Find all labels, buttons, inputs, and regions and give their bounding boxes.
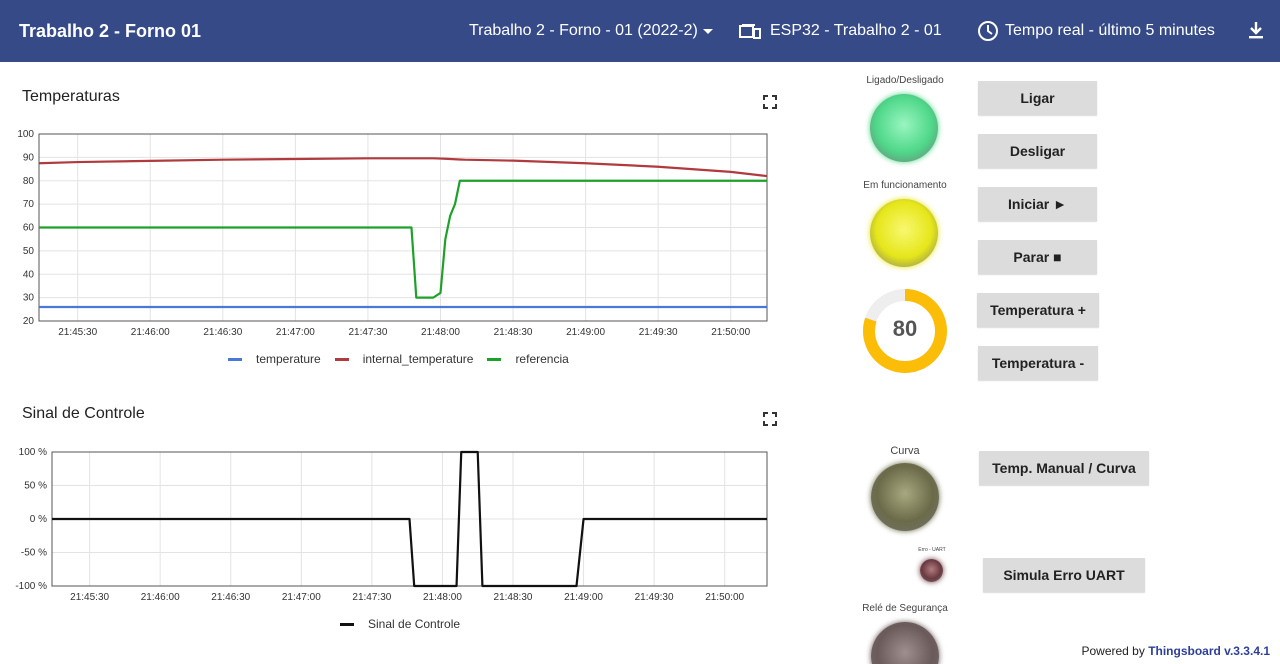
x-tick-label: 21:47:00 <box>276 327 315 338</box>
x-tick-label: 21:48:00 <box>423 592 462 603</box>
dashboard-state-select[interactable]: Trabalho 2 - Forno - 01 (2022-2) <box>469 22 713 40</box>
controle-title: Sinal de Controle <box>22 405 145 422</box>
temperaturas-legend: temperature internal_temperature referenci… <box>228 352 583 366</box>
device-selector[interactable]: ESP32 - Trabalho 2 - 01 <box>739 22 942 40</box>
y-tick-label: 0 % <box>30 514 47 525</box>
legend-swatch <box>487 357 502 361</box>
legend-label: internal_temperature <box>362 352 474 366</box>
y-tick-label: -100 % <box>15 581 47 592</box>
y-tick-label: 100 <box>17 129 34 140</box>
legend-swatch <box>340 622 354 626</box>
x-tick-label: 21:45:30 <box>58 327 97 338</box>
chevron-down-icon <box>702 28 713 34</box>
footer: Powered by Thingsboard v.3.3.4.1 <box>1081 644 1270 658</box>
x-tick-label: 21:47:00 <box>282 592 321 603</box>
x-tick-label: 21:48:30 <box>494 592 533 603</box>
temperatura-plus-button[interactable]: Temperatura + <box>977 293 1099 327</box>
led-running-label: Em funcionamento <box>863 180 947 191</box>
temperaturas-title: Temperaturas <box>22 88 120 105</box>
time-window-label: Tempo real - último 5 minutes <box>1005 22 1215 39</box>
led-curve-label: Curva <box>890 445 920 457</box>
fullscreen-icon[interactable] <box>763 412 777 426</box>
controle-chart: 21:45:30 21:46:00 21:46:30 21:47:00 21:47:30… <box>15 447 768 603</box>
y-tick-label: 70 <box>23 199 35 210</box>
led-uart-label: Erro - UART <box>918 547 946 553</box>
led-relay-indicator <box>871 622 939 664</box>
download-icon[interactable] <box>1246 20 1266 40</box>
legend-label: referencia <box>515 352 569 366</box>
x-tick-label: 21:50:00 <box>711 327 750 338</box>
y-tick-label: 90 <box>23 152 35 163</box>
x-tick-label: 21:46:00 <box>131 327 170 338</box>
led-uart-indicator <box>920 559 943 582</box>
x-tick-label: 21:47:30 <box>348 327 387 338</box>
led-relay-label: Relé de Segurança <box>862 603 948 614</box>
legend-label: Sinal de Controle <box>368 617 461 631</box>
legend-item[interactable]: Sinal de Controle <box>340 617 460 631</box>
legend-label: temperature <box>256 352 321 366</box>
temperaturas-chart: 21:45:30 21:46:00 21:46:30 21:47:00 21:47:30… <box>17 129 768 338</box>
led-on-indicator <box>870 94 938 162</box>
legend-swatch <box>228 357 242 361</box>
temperatura-minus-button[interactable]: Temperatura - <box>978 346 1098 380</box>
dashboard-state-label: Trabalho 2 - Forno - 01 (2022-2) <box>469 22 698 39</box>
x-tick-label: 21:47:30 <box>352 592 391 603</box>
x-tick-label: 21:45:30 <box>70 592 109 603</box>
y-tick-label: 80 <box>23 176 35 187</box>
y-tick-label: 50 % <box>24 481 47 492</box>
x-tick-label: 21:50:00 <box>705 592 744 603</box>
y-tick-label: 100 % <box>19 447 47 458</box>
controle-legend: Sinal de Controle <box>340 617 474 631</box>
legend-item[interactable]: temperature <box>228 352 321 366</box>
x-tick-label: 21:46:00 <box>141 592 180 603</box>
device-label: ESP32 - Trabalho 2 - 01 <box>770 22 942 39</box>
top-toolbar: Trabalho 2 - Forno 01 Trabalho 2 - Forno… <box>0 0 1280 62</box>
thingsboard-link[interactable]: Thingsboard v.3.3.4.1 <box>1148 644 1270 658</box>
iniciar-button[interactable]: Iniciar ► <box>978 187 1097 221</box>
y-tick-label: -50 % <box>21 548 47 559</box>
led-curve-indicator <box>871 463 939 531</box>
simula-erro-uart-button[interactable]: Simula Erro UART <box>983 558 1145 592</box>
devices-icon <box>739 24 761 39</box>
y-tick-label: 60 <box>23 223 35 234</box>
led-running-indicator <box>870 199 938 267</box>
clock-icon <box>978 21 998 41</box>
fullscreen-icon[interactable] <box>763 95 777 109</box>
time-window-selector[interactable]: Tempo real - último 5 minutes <box>977 20 1215 42</box>
series-line-sinal-de-controle <box>52 450 767 588</box>
x-tick-label: 21:48:30 <box>494 327 533 338</box>
x-tick-label: 21:49:30 <box>635 592 674 603</box>
dashboard-title: Trabalho 2 - Forno 01 <box>19 20 202 41</box>
x-tick-label: 21:49:00 <box>564 592 603 603</box>
y-tick-label: 50 <box>23 246 35 257</box>
parar-button[interactable]: Parar ■ <box>978 240 1097 274</box>
led-on-label: Ligado/Desligado <box>866 75 944 86</box>
y-tick-label: 20 <box>23 316 35 327</box>
ligar-button[interactable]: Ligar <box>978 81 1097 115</box>
y-tick-label: 40 <box>23 269 35 280</box>
x-tick-label: 21:49:30 <box>639 327 678 338</box>
x-tick-label: 21:49:00 <box>566 327 605 338</box>
legend-item[interactable]: referencia <box>487 352 569 366</box>
x-tick-label: 21:46:30 <box>203 327 242 338</box>
gauge-value: 80 <box>892 316 918 341</box>
legend-swatch <box>334 357 349 361</box>
x-tick-label: 21:48:00 <box>421 327 460 338</box>
curva-button[interactable]: Temp. Manual / Curva <box>979 451 1149 485</box>
y-tick-label: 30 <box>23 293 35 304</box>
powered-by-label: Powered by <box>1081 644 1145 658</box>
x-tick-label: 21:46:30 <box>211 592 250 603</box>
legend-item[interactable]: internal_temperature <box>334 352 474 366</box>
desligar-button[interactable]: Desligar <box>978 134 1097 168</box>
